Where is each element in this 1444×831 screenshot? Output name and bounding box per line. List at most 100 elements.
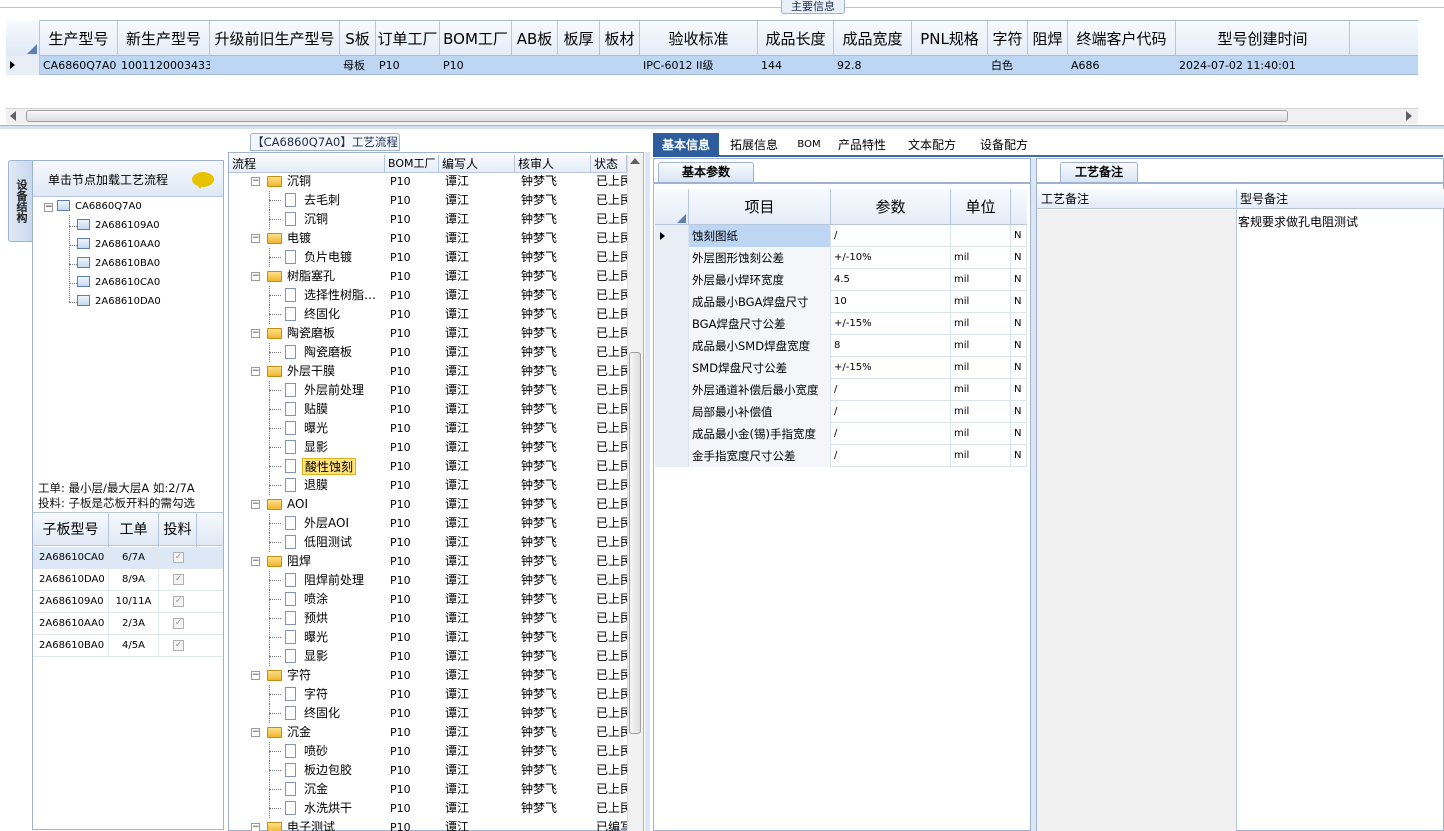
row-header[interactable]	[655, 247, 689, 269]
process-name[interactable]: 贴膜	[302, 401, 330, 418]
grid-cell[interactable]: P10	[376, 56, 440, 75]
process-row[interactable]: 字符 P10 谭江 钟梦飞 已上民	[229, 685, 627, 704]
process-name[interactable]: 曝光	[302, 420, 330, 437]
row-header[interactable]	[655, 379, 689, 401]
param-row[interactable]: 蚀刻图纸 / N	[655, 225, 1027, 247]
process-name[interactable]: 外层干膜	[285, 363, 337, 380]
tree-node[interactable]: 2A68610BA0	[77, 255, 160, 273]
col-bom-factory[interactable]: BOM工厂	[385, 155, 439, 173]
col-header[interactable]: 成品长度	[758, 21, 834, 57]
tab-basic-params[interactable]: 基本参数	[658, 162, 754, 182]
tree-node[interactable]: 2A68610CA0	[77, 274, 160, 292]
work-cell[interactable]: 6/7A	[109, 547, 159, 569]
col-header[interactable]: 型号创建时间	[1176, 21, 1350, 57]
process-row[interactable]: 曝光 P10 谭江 钟梦飞 已上民	[229, 419, 627, 438]
grid-cell[interactable]	[600, 56, 640, 75]
col-header[interactable]: 订单工厂	[376, 21, 440, 57]
process-row[interactable]: 去毛刺 P10 谭江 钟梦飞 已上民	[229, 191, 627, 210]
collapse-icon[interactable]: −	[251, 728, 260, 737]
grid-cell[interactable]	[558, 56, 600, 75]
process-row[interactable]: 水洗烘干 P10 谭江 钟梦飞 已上民	[229, 799, 627, 818]
process-row[interactable]: 终固化 P10 谭江 钟梦飞 已上民	[229, 704, 627, 723]
row-header[interactable]	[655, 291, 689, 313]
col-header[interactable]: 板厚	[558, 21, 600, 57]
process-name[interactable]: AOI	[285, 496, 310, 513]
process-name[interactable]: 水洗烘干	[302, 800, 354, 817]
process-row[interactable]: 显影 P10 谭江 钟梦飞 已上民	[229, 438, 627, 457]
flag-cell[interactable]: N	[1011, 423, 1027, 445]
model-remark-text[interactable]: 客规要求做孔电阻测试	[1238, 213, 1358, 230]
row-header[interactable]	[655, 335, 689, 357]
process-name[interactable]: 喷涂	[302, 591, 330, 608]
grid-cell[interactable]	[210, 56, 340, 75]
process-name[interactable]: 显影	[302, 648, 330, 665]
sub-model-cell[interactable]: 2A68610CA0	[33, 547, 109, 569]
param-row[interactable]: SMD焊盘尺寸公差 +/-15% mil N	[655, 357, 1027, 379]
sub-board-row[interactable]: 2A68610CA0 6/7A ✓	[33, 547, 223, 569]
col-header[interactable]: 字符	[988, 21, 1028, 57]
col-feed[interactable]: 投料	[159, 513, 197, 547]
process-row[interactable]: 阻焊前处理 P10 谭江 钟梦飞 已上民	[229, 571, 627, 590]
param-cell[interactable]: /	[831, 225, 951, 247]
col-header[interactable]: 验收标准	[640, 21, 758, 57]
process-name[interactable]: 阻焊前处理	[302, 572, 366, 589]
row-header[interactable]	[655, 313, 689, 335]
flag-cell[interactable]: N	[1011, 291, 1027, 313]
tab-text-recipe[interactable]: 文本配方	[895, 133, 969, 157]
process-name[interactable]: 曝光	[302, 629, 330, 646]
process-row[interactable]: 喷砂 P10 谭江 钟梦飞 已上民	[229, 742, 627, 761]
process-row[interactable]: − AOI P10 谭江 钟梦飞 已上民	[229, 495, 627, 514]
process-name[interactable]: 终固化	[302, 306, 342, 323]
feed-checkbox[interactable]: ✓	[173, 596, 184, 607]
params-corner[interactable]	[655, 189, 689, 225]
scroll-right-icon[interactable]	[1406, 111, 1412, 121]
process-name[interactable]: 树脂塞孔	[285, 268, 337, 285]
sub-board-row[interactable]: 2A686109A0 10/11A ✓	[33, 591, 223, 613]
row-header[interactable]	[655, 445, 689, 467]
process-name[interactable]: 陶瓷磨板	[285, 325, 337, 342]
unit-cell[interactable]: mil	[951, 313, 1011, 335]
process-remark-text[interactable]	[1037, 210, 1236, 831]
flag-cell[interactable]: N	[1011, 401, 1027, 423]
col-writer[interactable]: 编写人	[439, 155, 515, 173]
collapse-icon[interactable]: −	[251, 329, 260, 338]
grid-corner[interactable]	[6, 20, 40, 56]
row-header[interactable]	[655, 269, 689, 291]
col-sub-model[interactable]: 子板型号	[33, 513, 109, 547]
sub-model-cell[interactable]: 2A68610DA0	[33, 569, 109, 591]
process-name[interactable]: 低阻测试	[302, 534, 354, 551]
col-header[interactable]: 升级前旧生产型号	[210, 21, 340, 57]
process-name[interactable]: 阻焊	[285, 553, 313, 570]
grid-cell[interactable]: IPC-6012 II级	[640, 56, 758, 75]
flag-cell[interactable]: N	[1011, 313, 1027, 335]
item-cell[interactable]: 外层通道补偿后最小宽度	[689, 379, 831, 401]
param-row[interactable]: 金手指宽度尺寸公差 / mil N	[655, 445, 1027, 467]
item-cell[interactable]: 成品最小BGA焊盘尺寸	[689, 291, 831, 313]
col-header[interactable]: AB板	[512, 21, 558, 57]
tab-bom[interactable]: BOM	[789, 133, 829, 157]
unit-cell[interactable]: mil	[951, 335, 1011, 357]
process-row[interactable]: 低阻测试 P10 谭江 钟梦飞 已上民	[229, 533, 627, 552]
process-row[interactable]: 沉铜 P10 谭江 钟梦飞 已上民	[229, 210, 627, 229]
process-row[interactable]: 选择性树脂… P10 谭江 钟梦飞 已上民	[229, 286, 627, 305]
work-cell[interactable]: 4/5A	[109, 635, 159, 657]
tree-node[interactable]: 2A68610AA0	[77, 236, 160, 254]
process-row[interactable]: 酸性蚀刻 P10 谭江 钟梦飞 已上民	[229, 457, 627, 476]
grid-cell[interactable]: 10011200034339	[118, 56, 210, 75]
process-name[interactable]: 负片电镀	[302, 249, 354, 266]
process-name[interactable]: 外层AOI	[302, 515, 351, 532]
tab-equipment-recipe[interactable]: 设备配方	[969, 133, 1039, 157]
grid-cell[interactable]	[512, 56, 558, 75]
flag-cell[interactable]: N	[1011, 335, 1027, 357]
item-cell[interactable]: 局部最小补偿值	[689, 401, 831, 423]
process-row[interactable]: − 沉金 P10 谭江 钟梦飞 已上民	[229, 723, 627, 742]
param-cell[interactable]: +/-15%	[831, 313, 951, 335]
grid-cell[interactable]: 2024-07-02 11:40:01	[1176, 56, 1350, 75]
tree-root[interactable]: − CA6860Q7A0	[44, 198, 142, 216]
param-row[interactable]: 局部最小补偿值 / mil N	[655, 401, 1027, 423]
flag-cell[interactable]: N	[1011, 357, 1027, 379]
process-row[interactable]: − 字符 P10 谭江 钟梦飞 已上民	[229, 666, 627, 685]
process-row[interactable]: 预烘 P10 谭江 钟梦飞 已上民	[229, 609, 627, 628]
work-cell[interactable]: 2/3A	[109, 613, 159, 635]
process-row[interactable]: − 外层干膜 P10 谭江 钟梦飞 已上民	[229, 362, 627, 381]
